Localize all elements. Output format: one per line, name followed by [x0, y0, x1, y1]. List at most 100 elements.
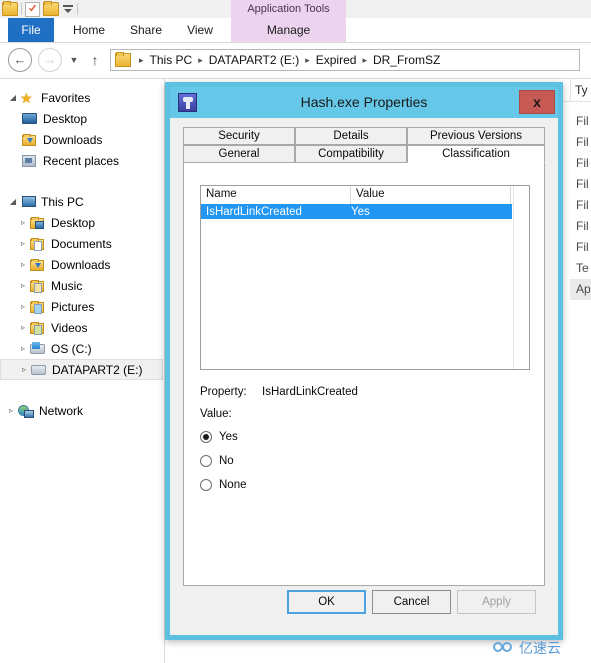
expander-icon[interactable]: ▹: [16, 260, 30, 269]
expander-icon[interactable]: ▹: [16, 344, 30, 353]
column-header-value[interactable]: Value: [351, 186, 511, 204]
computer-icon: [20, 195, 36, 209]
sidebar-item-desktop[interactable]: ▹ Desktop: [0, 212, 163, 233]
forward-button[interactable]: →: [38, 48, 62, 72]
sidebar-item-pictures[interactable]: ▹ Pictures: [0, 296, 163, 317]
list-item[interactable]: IsHardLinkCreated Yes: [201, 204, 512, 219]
expander-icon[interactable]: ◢: [6, 197, 20, 206]
expander-icon[interactable]: ▹: [16, 323, 30, 332]
breadcrumb-dr-fromsz[interactable]: DR_FromSZ: [371, 53, 442, 67]
sidebar-item-videos[interactable]: ▹ Videos: [0, 317, 163, 338]
table-row[interactable]: Fil: [570, 111, 591, 132]
radio-option-yes[interactable]: Yes: [200, 425, 530, 449]
table-row[interactable]: Fil: [570, 237, 591, 258]
recent-locations-dropdown-icon[interactable]: ▼: [68, 55, 80, 65]
table-row[interactable]: Fil: [570, 132, 591, 153]
expander-icon[interactable]: ▹: [16, 302, 30, 311]
watermark: 亿速云: [493, 634, 591, 662]
tab-security[interactable]: Security: [183, 127, 295, 145]
sidebar-item-label: Videos: [51, 320, 88, 335]
dialog-title: Hash.exe Properties: [300, 94, 428, 110]
table-row[interactable]: Te: [570, 258, 591, 279]
drive-icon: [31, 363, 47, 377]
watermark-logo-icon: [493, 641, 515, 655]
table-row-selected[interactable]: Ap: [570, 279, 591, 300]
sidebar-item-this-pc[interactable]: ◢ This PC: [0, 191, 163, 212]
sidebar-item-datapart2-e[interactable]: ▹ DATAPART2 (E:): [0, 359, 163, 380]
expander-icon[interactable]: ▹: [16, 218, 30, 227]
ribbon-tab-file[interactable]: File: [8, 18, 54, 42]
toolbar-divider: [21, 3, 22, 15]
expander-icon[interactable]: ▹: [16, 239, 30, 248]
back-button[interactable]: ←: [8, 48, 32, 72]
breadcrumb-expired[interactable]: Expired: [314, 53, 359, 67]
folder-videos-icon: [30, 321, 46, 335]
column-header-name[interactable]: Name: [201, 186, 351, 204]
ribbon-tab-home[interactable]: Home: [62, 18, 116, 42]
sidebar-item-recent-places[interactable]: Recent places: [0, 150, 163, 171]
os-drive-icon: [30, 341, 46, 356]
table-row[interactable]: Fil: [570, 153, 591, 174]
sidebar-item-desktop-fav[interactable]: Desktop: [0, 108, 163, 129]
table-row[interactable]: Fil: [570, 195, 591, 216]
tab-classification[interactable]: Classification: [407, 145, 545, 163]
sidebar-item-label: Music: [51, 278, 83, 293]
folder-icon[interactable]: [43, 1, 59, 16]
radio-icon[interactable]: [200, 479, 212, 491]
tab-compatibility[interactable]: Compatibility: [295, 145, 407, 163]
properties-icon[interactable]: [25, 1, 40, 17]
sidebar-item-documents[interactable]: ▹ Documents: [0, 233, 163, 254]
up-button[interactable]: ↑: [88, 51, 102, 69]
sidebar-item-label: Pictures: [51, 299, 95, 314]
customize-dropdown-icon[interactable]: [62, 3, 74, 16]
contextual-tab-group-application-tools: Application Tools: [231, 0, 346, 18]
ribbon-tab-view[interactable]: View: [176, 18, 224, 42]
radio-icon[interactable]: [200, 455, 212, 467]
ok-button[interactable]: OK: [287, 590, 366, 614]
table-row[interactable]: Fil: [570, 216, 591, 237]
breadcrumb-this-pc[interactable]: This PC: [148, 53, 195, 67]
sidebar-item-network[interactable]: ▹ Network: [0, 400, 163, 421]
folder-download-icon: [22, 133, 38, 147]
sidebar-item-label: Documents: [51, 236, 112, 251]
classification-property-list[interactable]: Name Value IsHardLinkCreated Yes: [200, 185, 530, 370]
address-bar[interactable]: ▸ This PC ▸ DATAPART2 (E:) ▸ Expired ▸ D…: [110, 49, 580, 71]
sidebar-item-label: Downloads: [43, 132, 103, 147]
table-row[interactable]: Fil: [570, 174, 591, 195]
radio-option-no[interactable]: No: [200, 449, 530, 473]
folder-icon[interactable]: [2, 1, 18, 16]
ribbon-tab-share[interactable]: Share: [120, 18, 172, 42]
expander-icon[interactable]: ◢: [6, 93, 20, 102]
breadcrumb-separator: ▸: [139, 54, 144, 65]
dialog-button-bar: OK Cancel Apply: [170, 590, 558, 620]
sidebar-item-label: Recent places: [43, 153, 120, 168]
sidebar-item-music[interactable]: ▹ Music: [0, 275, 163, 296]
dialog-title-bar[interactable]: Hash.exe Properties x: [170, 87, 558, 118]
property-list-scrollbar[interactable]: [513, 186, 529, 369]
sidebar-item-downloads-fav[interactable]: Downloads: [0, 129, 163, 150]
radio-option-none[interactable]: None: [200, 473, 530, 497]
ribbon-tab-bar: File Home Share View Manage: [0, 18, 591, 43]
radio-icon[interactable]: [200, 431, 212, 443]
radio-label: None: [219, 479, 247, 491]
tab-details[interactable]: Details: [295, 127, 407, 145]
expander-icon[interactable]: ▹: [16, 281, 30, 290]
cancel-button[interactable]: Cancel: [372, 590, 451, 614]
property-row: Property: IsHardLinkCreated: [200, 381, 530, 403]
sidebar-item-downloads[interactable]: ▹ Downloads: [0, 254, 163, 275]
sidebar-item-label: OS (C:): [51, 341, 92, 356]
dialog-body: Security Details Previous Versions Gener…: [170, 118, 558, 635]
value-label: Value:: [200, 408, 232, 420]
expander-icon[interactable]: ▹: [4, 406, 18, 415]
column-header-type[interactable]: Ty: [570, 79, 591, 101]
breadcrumb-separator: ▸: [362, 54, 367, 65]
ribbon-tab-manage[interactable]: Manage: [231, 18, 346, 42]
breadcrumb-datapart2[interactable]: DATAPART2 (E:): [207, 53, 301, 67]
sidebar-item-label: Favorites: [41, 90, 91, 105]
close-icon[interactable]: x: [519, 90, 555, 114]
tab-general[interactable]: General: [183, 145, 295, 163]
sidebar-item-favorites[interactable]: ◢ ★ Favorites: [0, 87, 163, 108]
sidebar-item-os-c[interactable]: ▹ OS (C:): [0, 338, 163, 359]
tab-previous-versions[interactable]: Previous Versions: [407, 127, 545, 145]
expander-icon[interactable]: ▹: [17, 365, 31, 374]
